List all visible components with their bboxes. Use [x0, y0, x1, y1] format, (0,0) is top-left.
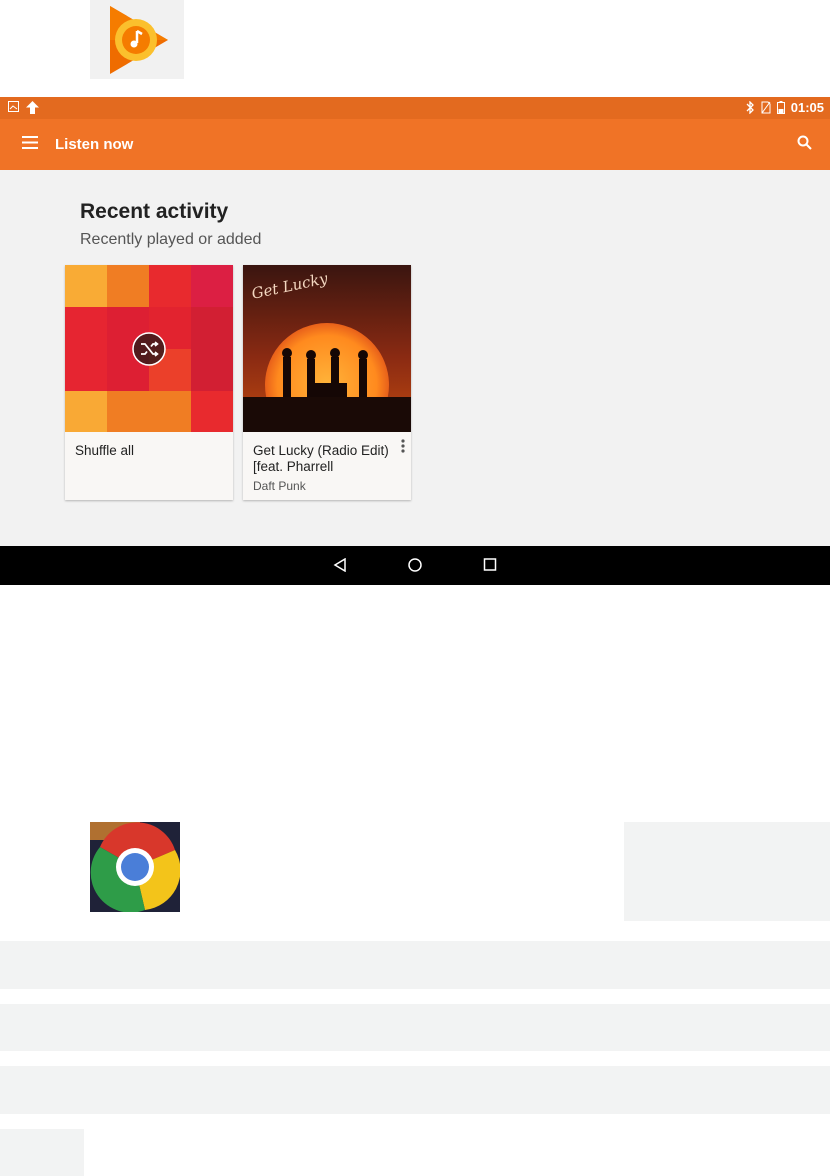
placeholder-block — [0, 1129, 84, 1176]
battery-icon — [776, 101, 785, 114]
placeholder-block — [624, 822, 830, 921]
toolbar-title: Listen now — [55, 136, 134, 153]
status-clock: 01:05 — [790, 100, 824, 115]
section-subtitle: Recently played or added — [80, 231, 262, 248]
album-art: Get Lucky — [243, 265, 411, 432]
card-title: Get Lucky (Radio Edit) [feat. Pharrell — [253, 443, 389, 474]
home-icon[interactable] — [407, 558, 423, 574]
recents-icon[interactable] — [483, 558, 497, 572]
section-title: Recent activity — [80, 200, 229, 223]
card-title: Shuffle all — [75, 443, 135, 458]
album-card-get-lucky[interactable]: Get Lucky Get Lucky (Radio Edit) [feat. … — [243, 265, 411, 500]
shuffle-all-card[interactable]: Shuffle all — [65, 265, 233, 500]
placeholder-row — [0, 1004, 830, 1051]
card-subtitle: Daft Punk — [253, 479, 306, 493]
app-toolbar: Listen now — [0, 119, 830, 170]
upload-notification-icon — [26, 101, 39, 114]
navigation-bar — [0, 546, 830, 585]
back-icon[interactable] — [333, 558, 347, 572]
placeholder-row — [0, 941, 830, 989]
chrome-app-icon — [90, 822, 180, 912]
shuffle-art — [65, 265, 233, 432]
no-sim-icon — [761, 101, 771, 114]
more-vert-icon[interactable] — [401, 439, 405, 453]
status-bar: 01:05 — [0, 97, 830, 119]
shuffle-icon[interactable] — [132, 332, 166, 366]
search-icon[interactable] — [797, 135, 812, 150]
gallery-notification-icon — [8, 101, 19, 112]
listen-now-content: Recent activity Recently played or added — [0, 170, 830, 546]
device-screenshot: 01:05 Listen now Recent activity Recentl… — [0, 97, 830, 585]
bluetooth-icon — [746, 101, 754, 114]
placeholder-row — [0, 1066, 830, 1114]
menu-icon[interactable] — [22, 136, 38, 149]
play-music-app-icon — [90, 0, 184, 79]
